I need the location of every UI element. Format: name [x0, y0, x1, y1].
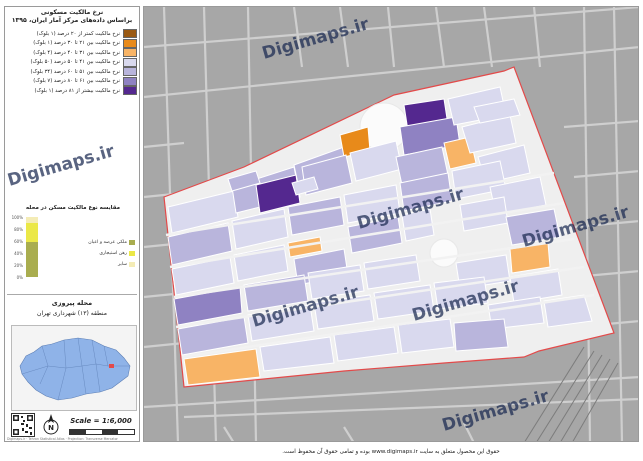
divider [7, 294, 137, 295]
legend-item: نرخ مالکیت بین ۵۱ تا ۶۰ درصد (۳۴ بلوک) [11, 67, 137, 77]
chart-legend-item: رهن استیجاری [53, 248, 135, 259]
legend-item-label: نرخ مالکیت بین ۵۱ تا ۶۰ درصد (۳۴ بلوک) [30, 68, 120, 75]
legend-title-line2: براساس داده‌های مرکز آمار ایران، ۱۳۹۵ [11, 17, 133, 24]
legend-item: نرخ مالکیت بین ۴۱ تا ۵۰ درصد (۵۰ بلوک) [11, 57, 137, 68]
scale-bar [69, 429, 135, 435]
watermark: Digimaps.ir [260, 14, 372, 64]
legend-title: نرخ مالکیت مسکونی براساس داده‌های مرکز آ… [7, 9, 137, 25]
chart-legend-label: سایر [117, 262, 127, 267]
legend-item-label: نرخ مالکیت بین ۲۱ تا ۳۰ درصد (۱ بلوک) [33, 40, 120, 47]
legend-title-line1: نرخ مالکیت مسکونی [40, 9, 104, 16]
district-subtitle: منطقه (۱۳) شهرداری تهران [37, 310, 107, 317]
chart-legend-swatch [129, 251, 135, 256]
north-arrow-icon: N [43, 413, 59, 439]
axis-tick: 20% [14, 263, 23, 268]
axis-tick: 60% [14, 239, 23, 244]
axis-tick: 40% [14, 251, 23, 256]
legend-item-label: نرخ مالکیت بین ۳۱ تا ۴۰ درصد (۴ بلوک) [33, 49, 120, 56]
copyright-footer: حقوق این محصول متعلق به سایت www.digimap… [282, 449, 500, 455]
main-map[interactable]: Digimaps.ir Digimaps.ir Digimaps.ir Digi… [143, 6, 639, 442]
legend-list: نرخ مالکیت کمتر از ۲۰ درصد (۱ بلوک) نرخ … [11, 29, 137, 96]
chart-legend-swatch [129, 262, 135, 267]
legend-swatch [123, 48, 137, 58]
chart-legend-swatch [129, 240, 135, 245]
axis-tick: 80% [14, 227, 23, 232]
legend-item-label: نرخ مالکیت بین ۴۱ تا ۵۰ درصد (۵۰ بلوک) [30, 59, 120, 66]
watermark: Digimaps.ir [440, 386, 552, 436]
roundabout [429, 238, 459, 268]
legend-item: نرخ مالکیت بین ۳۱ تا ۴۰ درصد (۴ بلوک) [11, 48, 137, 58]
tenure-chart-legend: ملکی عرصه و اعیان رهن استیجاری سایر [53, 237, 135, 270]
tehran-region-shape [19, 337, 131, 401]
chart-legend-label: رهن استیجاری [99, 251, 127, 256]
axis-tick: 100% [11, 215, 23, 220]
legend-item: نرخ مالکیت بین ۲۱ تا ۳۰ درصد (۱ بلوک) [11, 38, 137, 49]
legend-swatch [123, 29, 137, 39]
legend-swatch [123, 76, 137, 86]
tehran-inset-map [11, 325, 137, 411]
chart-legend-label: ملکی عرصه و اعیان [88, 240, 127, 245]
tenure-chart: 100% 80% 60% 40% 20% 0% ملکی عرصه و اعیا… [9, 213, 137, 289]
stacked-bar-segment [26, 242, 38, 277]
legend-item-label: نرخ مالکیت بین ۶۱ تا ۸۰ درصد (۷ بلوک) [33, 78, 120, 85]
legend-swatch [123, 57, 137, 67]
legend-item: نرخ مالکیت بیشتر از ۸۱ درصد (۱ بلوک) [11, 86, 137, 96]
legend-item: نرخ مالکیت بین ۶۱ تا ۸۰ درصد (۷ بلوک) [11, 76, 137, 87]
chart-legend-item: ملکی عرصه و اعیان [53, 237, 135, 248]
north-letter: N [48, 424, 54, 432]
legend-item-label: نرخ مالکیت بیشتر از ۸۱ درصد (۱ بلوک) [34, 87, 120, 94]
credit-line: Digimaps.ir · Tehran Statistical Atlas ·… [7, 437, 118, 441]
stacked-bar-segment [26, 223, 38, 243]
location-marker [109, 364, 114, 368]
qr-code-icon [11, 413, 35, 437]
neighborhood-name: محله پیروزی [51, 299, 93, 307]
chart-legend-item: سایر [53, 259, 135, 270]
tenure-chart-title: مقایسه نوع مالکیت مسکن در محله [25, 205, 121, 211]
stacked-bar-segment [26, 217, 38, 223]
legend-item: نرخ مالکیت کمتر از ۲۰ درصد (۱ بلوک) [11, 29, 137, 39]
legend-swatch [123, 38, 137, 48]
legend-swatch [123, 67, 137, 77]
legend-item-label: نرخ مالکیت کمتر از ۲۰ درصد (۱ بلوک) [36, 30, 120, 37]
legend-panel: نرخ مالکیت مسکونی براساس داده‌های مرکز آ… [4, 6, 140, 442]
axis-tick: 0% [16, 275, 23, 280]
legend-swatch [123, 86, 137, 96]
scale-label: Scale = 1:6,000 [70, 417, 132, 425]
